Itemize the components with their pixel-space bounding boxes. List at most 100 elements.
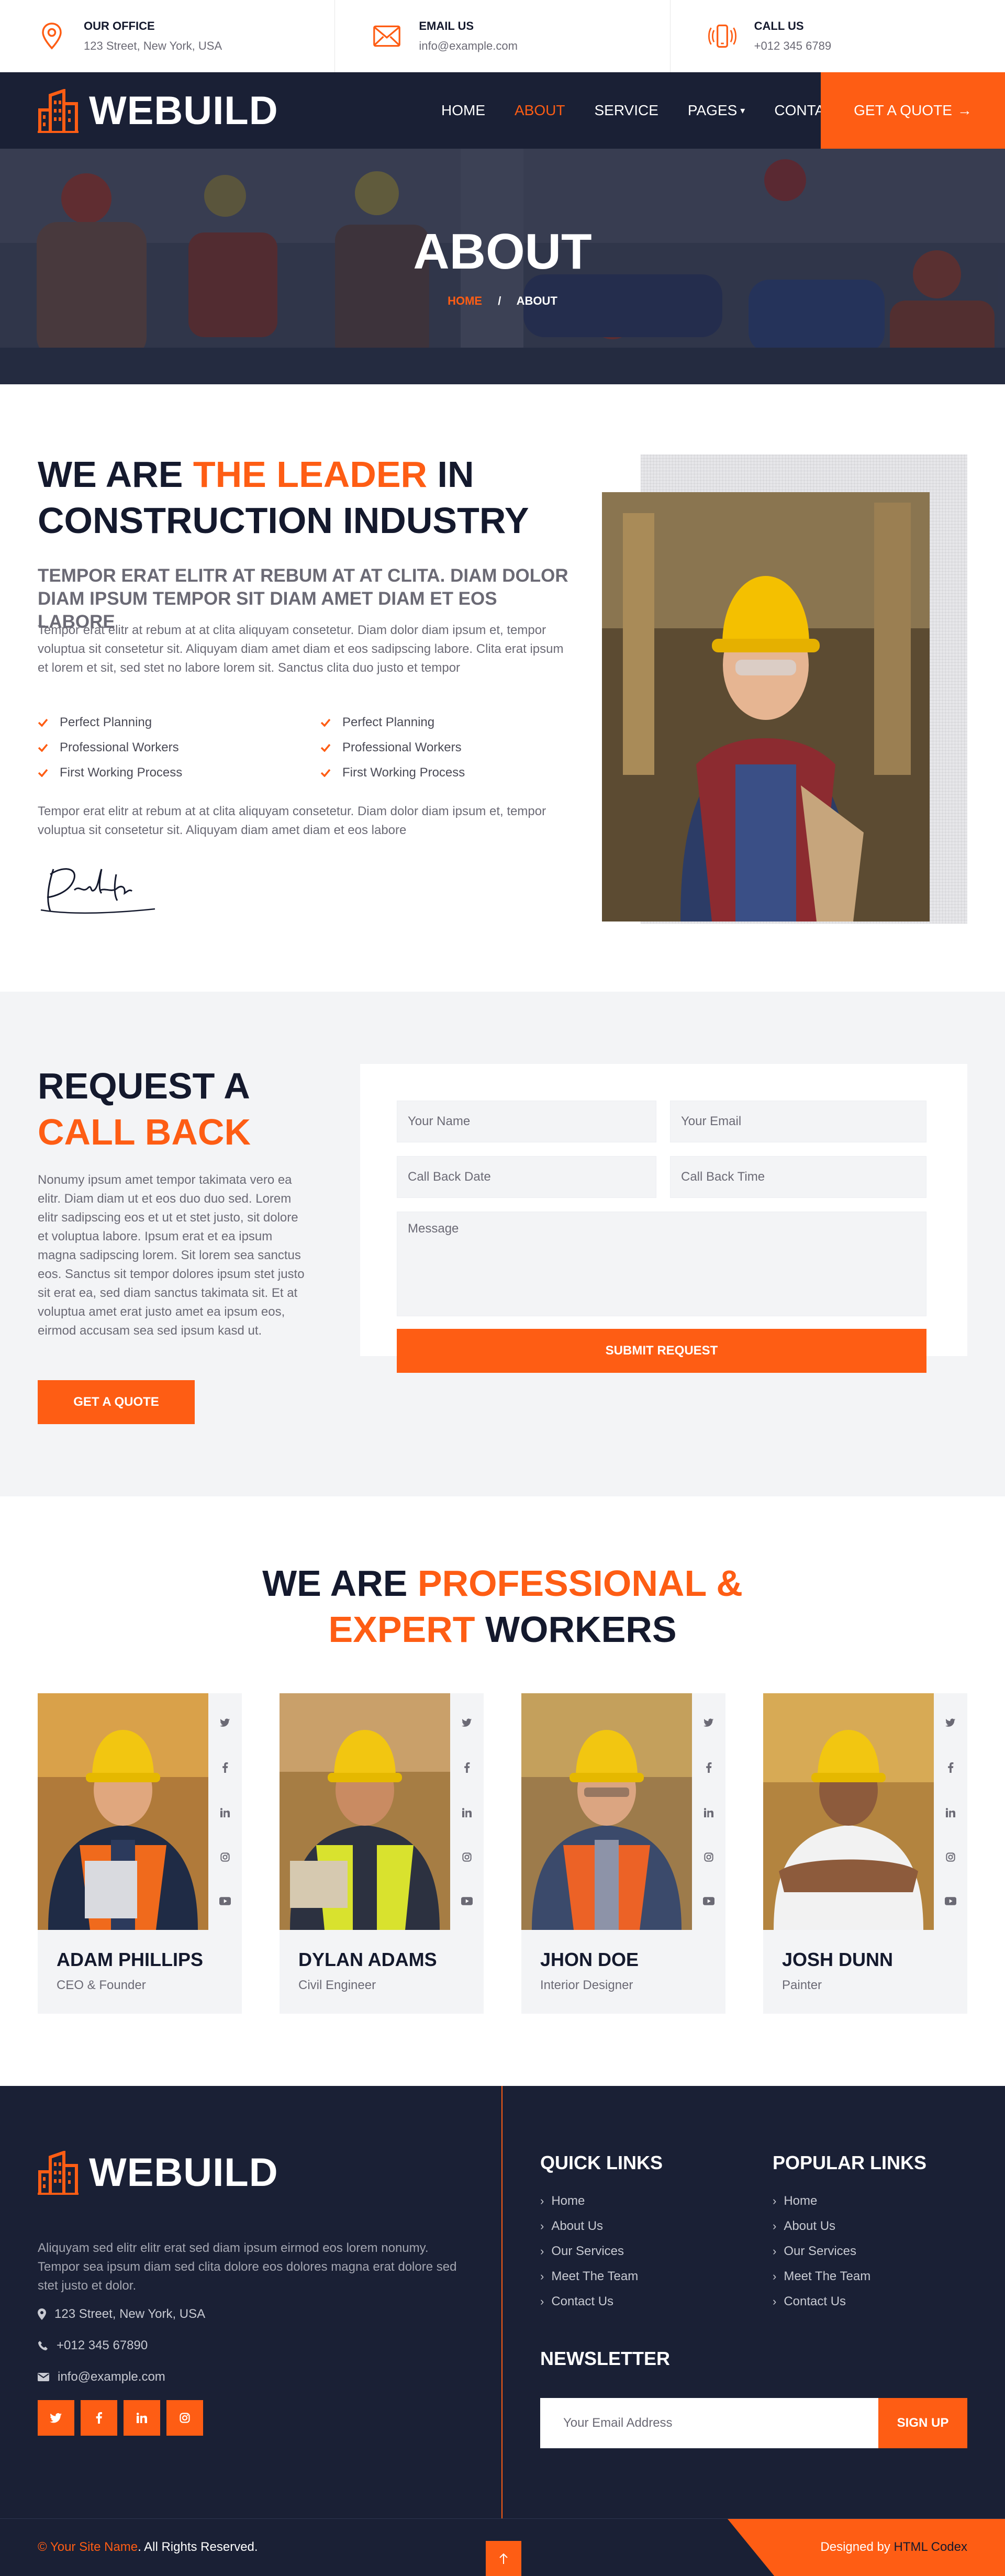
designed-by-badge: Designed by HTML Codex	[728, 2519, 1005, 2576]
callback-time-input[interactable]: Call Back Time	[670, 1156, 926, 1198]
instagram-icon[interactable]	[704, 1852, 713, 1862]
instagram-icon[interactable]	[462, 1852, 472, 1862]
nav-service[interactable]: SERVICE	[594, 102, 658, 119]
signature-icon	[40, 868, 155, 914]
youtube-icon[interactable]	[219, 1896, 231, 1905]
popular-link[interactable]: › About Us	[773, 2219, 835, 2234]
submit-request-button[interactable]: SUBMIT REQUEST	[397, 1329, 926, 1373]
designer-link[interactable]: HTML Codex	[894, 2540, 967, 2554]
member-name: JOSH DUNN	[782, 1949, 894, 1970]
request-quote-button[interactable]: GET A QUOTE	[38, 1380, 195, 1424]
team-heading: WE ARE PROFESSIONAL & EXPERT WORKERS	[0, 1560, 1005, 1652]
top-info-bar: OUR OFFICE 123 Street, New York, USA EMA…	[0, 0, 1005, 72]
footer-facebook-button[interactable]	[81, 2400, 117, 2436]
about-heading-line2: CONSTRUCTION INDUSTRY	[38, 500, 529, 541]
twitter-icon[interactable]	[462, 1718, 472, 1727]
member-name: JHON DOE	[540, 1949, 639, 1970]
member-role: Painter	[782, 1978, 822, 1992]
breadcrumb: HOME / ABOUT	[0, 294, 1005, 308]
footer-brand-logo[interactable]: WEBUILD	[38, 2150, 278, 2195]
sign-up-button[interactable]: SIGN UP	[878, 2398, 967, 2448]
building-logo-icon	[38, 2150, 79, 2195]
email-value[interactable]: info@example.com	[419, 39, 518, 53]
twitter-icon[interactable]	[704, 1718, 714, 1727]
page-header-hero: ABOUT HOME / ABOUT	[0, 149, 1005, 384]
team-member-card: ADAM PHILLIPS CEO & Founder	[38, 1693, 242, 2014]
member-role: CEO & Founder	[57, 1978, 146, 1992]
popular-link[interactable]: › Home	[773, 2194, 817, 2208]
facebook-icon[interactable]	[464, 1762, 470, 1773]
footer-twitter-button[interactable]	[38, 2400, 74, 2436]
footer-linkedin-button[interactable]	[124, 2400, 160, 2436]
team-heading-accent1: PROFESSIONAL &	[417, 1563, 743, 1604]
footer-address-text: 123 Street, New York, USA	[54, 2307, 206, 2321]
nav-pages[interactable]: PAGES ▾	[688, 102, 745, 119]
quick-link[interactable]: › About Us	[540, 2219, 603, 2234]
footer-email-text: info@example.com	[58, 2370, 165, 2384]
about-heading-part1: WE ARE	[38, 454, 193, 495]
quick-link[interactable]: › Home	[540, 2194, 585, 2208]
check-label: First Working Process	[342, 765, 465, 780]
facebook-icon[interactable]	[706, 1762, 712, 1773]
member-social-bar	[692, 1693, 725, 1930]
member-role: Civil Engineer	[298, 1978, 376, 1992]
linkedin-icon[interactable]	[704, 1808, 713, 1817]
nav-pages-label: PAGES	[687, 102, 738, 118]
footer-about-text: Aliquyam sed elitr elitr erat sed diam i…	[38, 2241, 457, 2293]
popular-links-heading: POPULAR LINKS	[773, 2152, 927, 2173]
nav-home[interactable]: HOME	[441, 102, 485, 119]
quick-link[interactable]: › Our Services	[540, 2244, 624, 2259]
youtube-icon[interactable]	[703, 1896, 714, 1905]
name-input[interactable]: Your Name	[397, 1101, 656, 1142]
footer-email: info@example.com	[38, 2370, 165, 2384]
popular-link[interactable]: › Contact Us	[773, 2294, 846, 2309]
instagram-icon[interactable]	[220, 1852, 230, 1862]
facebook-icon[interactable]	[222, 1762, 228, 1773]
team-heading-part2: WORKERS	[475, 1609, 677, 1650]
request-heading: REQUEST A CALL BACK	[38, 1063, 251, 1155]
linkedin-icon[interactable]	[462, 1808, 472, 1817]
office-title: OUR OFFICE	[84, 19, 155, 32]
youtube-icon[interactable]	[945, 1896, 956, 1905]
callback-date-input[interactable]: Call Back Date	[397, 1156, 656, 1198]
member-social-bar	[934, 1693, 967, 1930]
facebook-icon[interactable]	[947, 1762, 954, 1773]
instagram-icon[interactable]	[946, 1852, 955, 1862]
email-input[interactable]: Your Email	[670, 1101, 926, 1142]
phone-icon	[708, 22, 736, 50]
check-item: Professional Workers	[320, 738, 572, 757]
breadcrumb-separator: /	[498, 294, 501, 307]
check-icon	[320, 743, 331, 752]
back-to-top-button[interactable]	[486, 2541, 521, 2576]
check-item: Perfect Planning	[38, 713, 320, 732]
team-heading-part1: WE ARE	[262, 1563, 418, 1604]
chevron-right-icon: ›	[773, 2245, 777, 2258]
breadcrumb-home[interactable]: HOME	[448, 294, 482, 307]
youtube-icon[interactable]	[461, 1896, 473, 1905]
quick-link[interactable]: › Meet The Team	[540, 2269, 638, 2284]
phone-value[interactable]: +012 345 6789	[754, 39, 831, 53]
quick-links-heading: QUICK LINKS	[540, 2152, 663, 2173]
popular-link-label: Our Services	[784, 2244, 857, 2258]
linkedin-icon[interactable]	[220, 1808, 230, 1817]
footer-divider	[501, 2086, 502, 2518]
request-heading-line2: CALL BACK	[38, 1112, 251, 1152]
footer-bottom-bar: © Your Site Name. All Rights Reserved. D…	[0, 2518, 1005, 2576]
twitter-icon[interactable]	[220, 1718, 230, 1727]
nav-about[interactable]: ABOUT	[515, 102, 565, 119]
popular-link[interactable]: › Our Services	[773, 2244, 856, 2259]
footer-instagram-button[interactable]	[166, 2400, 203, 2436]
chevron-right-icon: ›	[540, 2245, 544, 2258]
nav-menu: HOME ABOUT SERVICE PAGES ▾ CONTACT	[441, 72, 874, 149]
message-textarea[interactable]: Message	[397, 1212, 926, 1316]
callback-form: Your Name Your Email Call Back Date Call…	[360, 1064, 967, 1373]
site-name-link[interactable]: Your Site Name	[50, 2540, 138, 2554]
brand-logo[interactable]: WEBUILD	[38, 88, 278, 134]
newsletter-heading: NEWSLETTER	[540, 2348, 670, 2369]
linkedin-icon[interactable]	[946, 1808, 955, 1817]
twitter-icon[interactable]	[945, 1718, 956, 1727]
quick-link[interactable]: › Contact Us	[540, 2294, 613, 2309]
newsletter-email-input[interactable]: Your Email Address	[540, 2398, 878, 2448]
get-a-quote-button[interactable]: GET A QUOTE →	[821, 72, 1005, 149]
popular-link[interactable]: › Meet The Team	[773, 2269, 870, 2284]
